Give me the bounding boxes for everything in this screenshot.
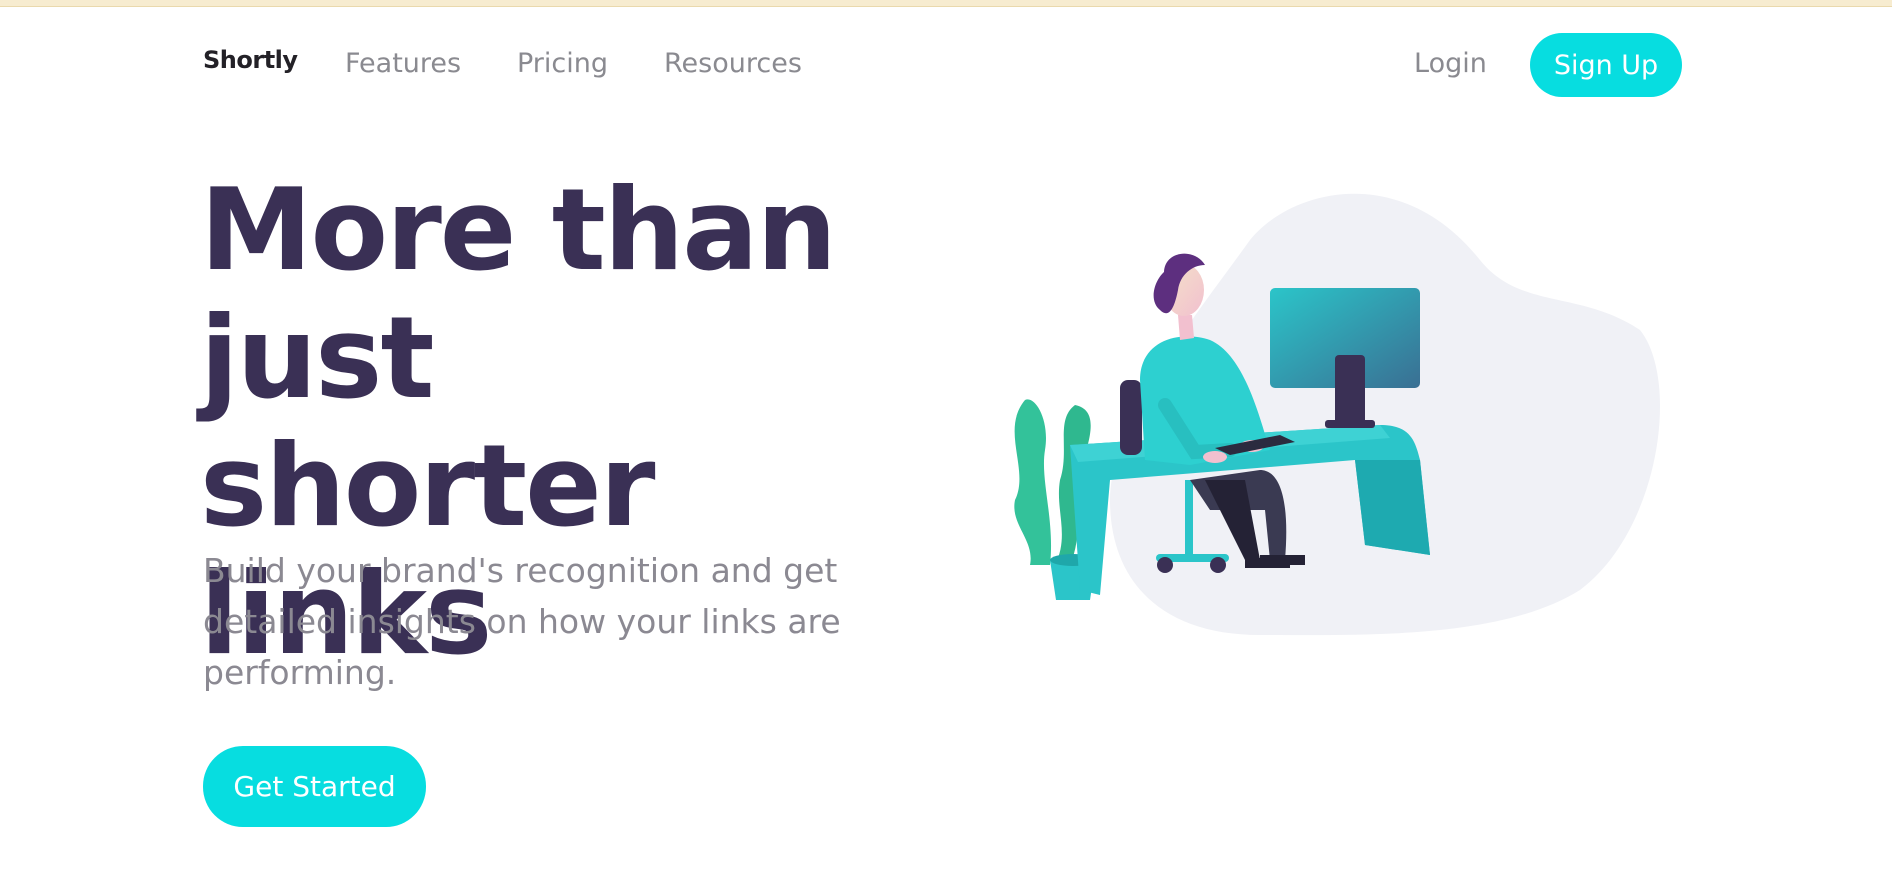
login-link[interactable]: Login xyxy=(1414,48,1487,79)
hero-subtitle: Build your brand's recognition and get d… xyxy=(203,551,841,692)
browser-top-strip xyxy=(0,0,1892,7)
signup-button[interactable]: Sign Up xyxy=(1530,33,1682,97)
nav-link-pricing[interactable]: Pricing xyxy=(517,48,608,79)
get-started-button[interactable]: Get Started xyxy=(203,746,426,827)
nav-link-resources[interactable]: Resources xyxy=(664,48,802,79)
brand-logo[interactable]: Shortly xyxy=(203,46,298,74)
person-working-at-desk-icon xyxy=(1014,193,1660,636)
nav-link-features[interactable]: Features xyxy=(345,48,461,79)
